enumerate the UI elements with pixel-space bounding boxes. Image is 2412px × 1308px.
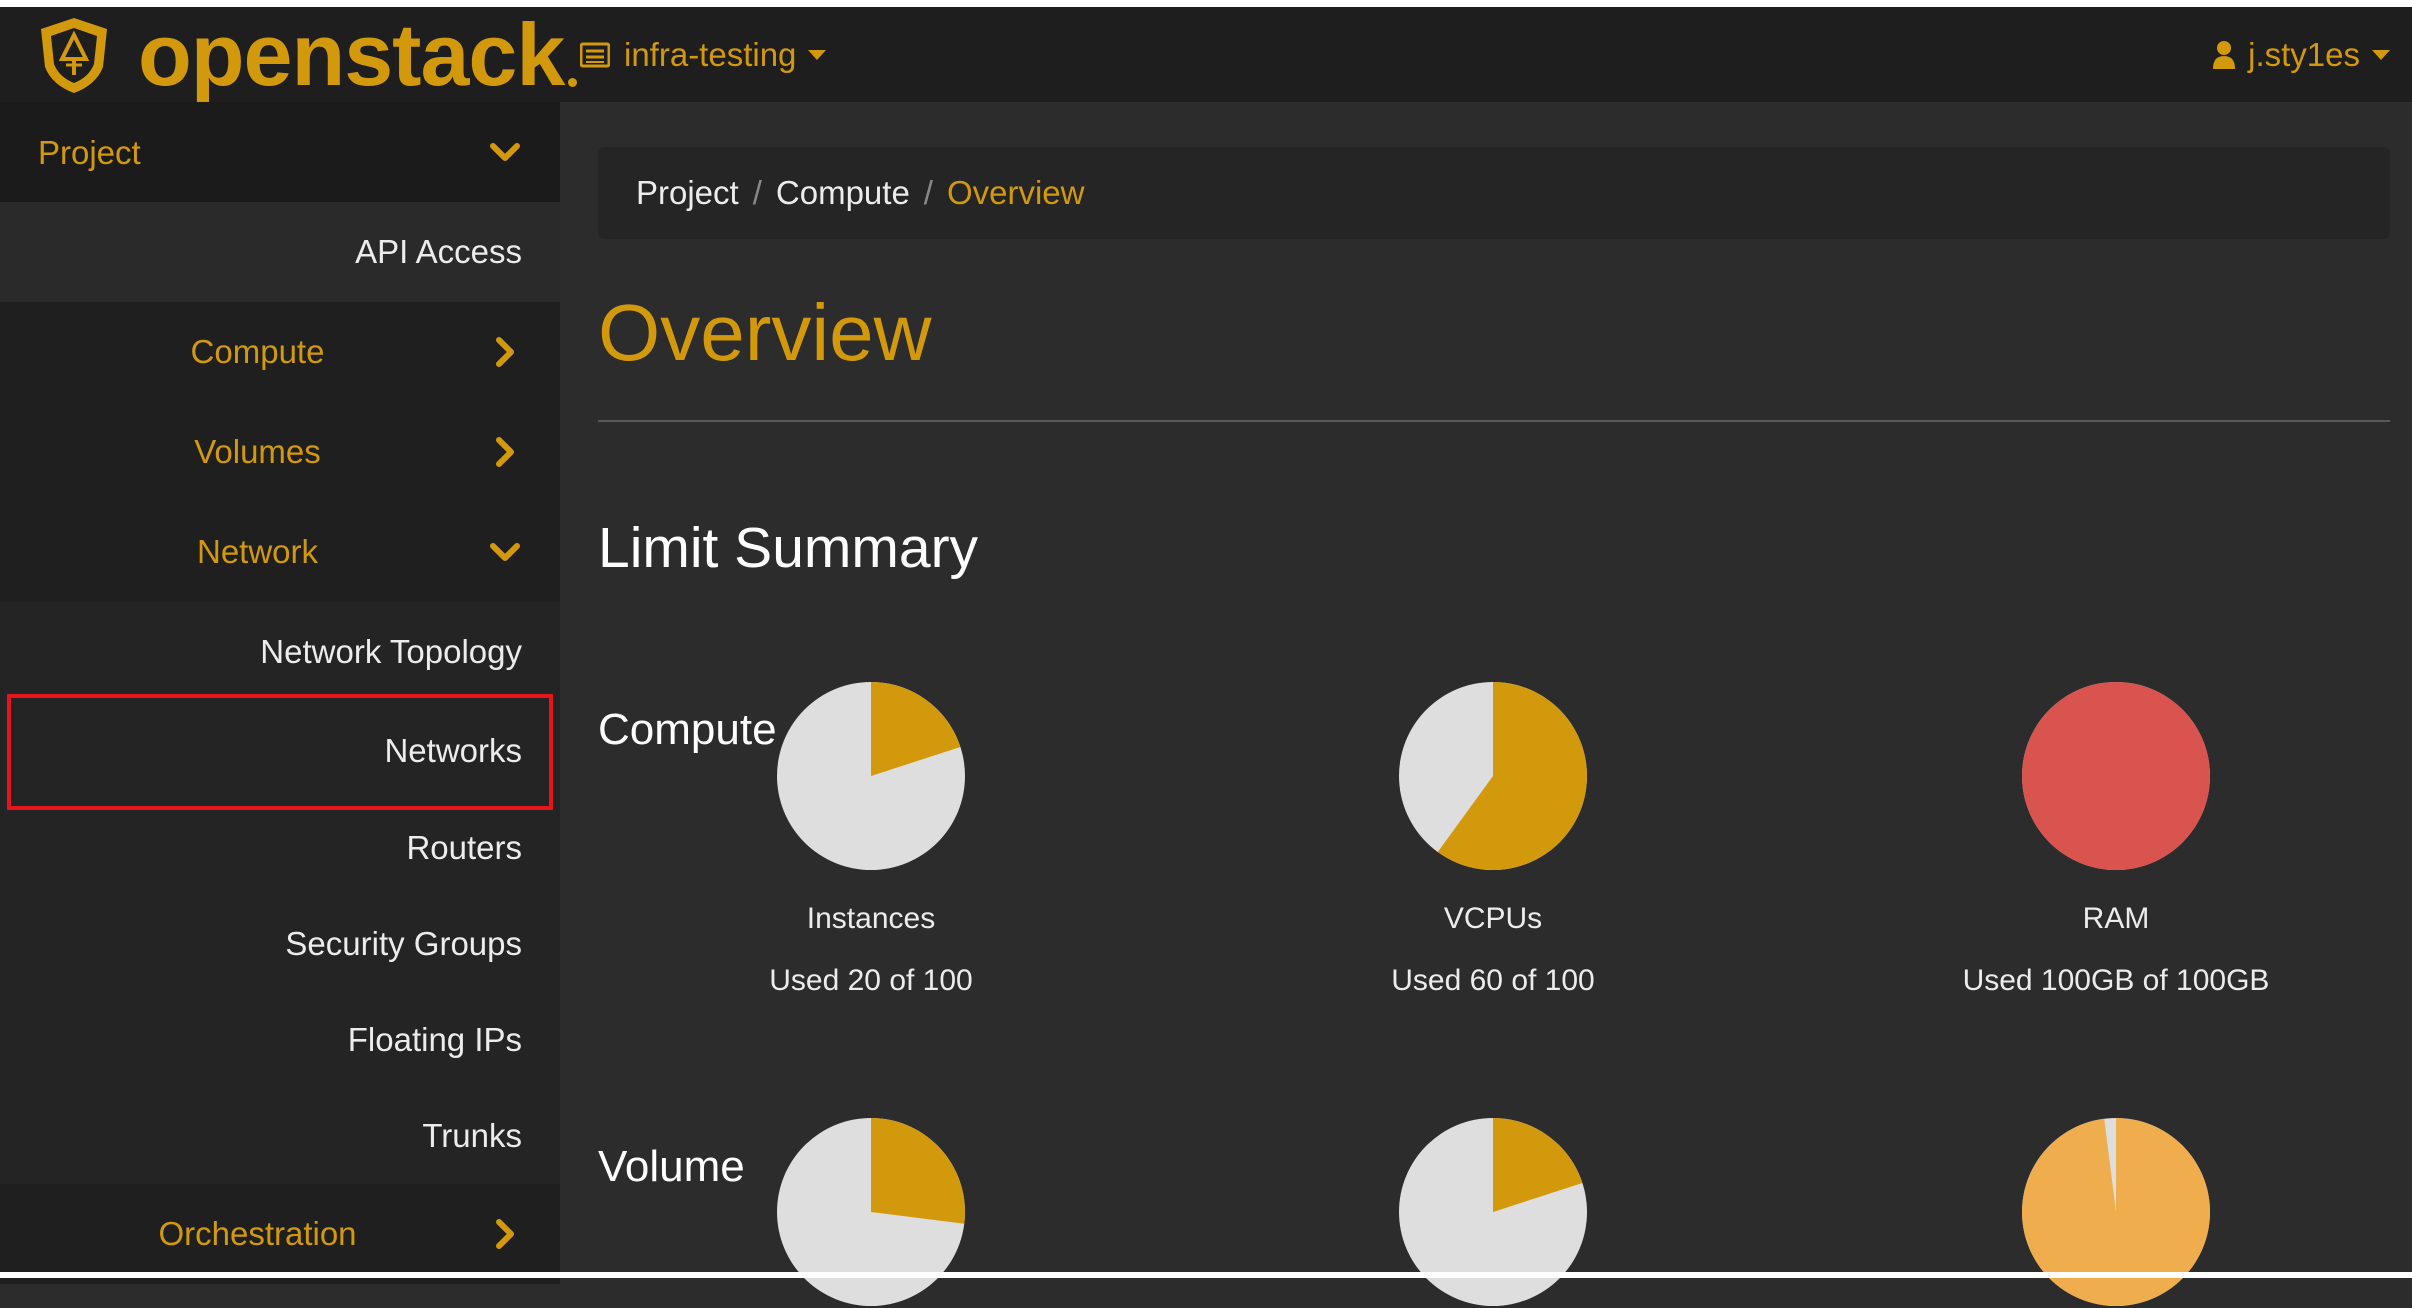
chart-label: VCPUs xyxy=(1443,902,1543,935)
top-navbar: openstack infra-testing j.sty1es xyxy=(0,7,2412,102)
sidebar-item-label: Floating IPs xyxy=(347,1021,522,1058)
chevron-right-icon xyxy=(496,337,514,367)
sidebar-item-api-access[interactable]: API Access xyxy=(0,202,560,302)
sidebar: Project API Access Compute Volumes Netwo… xyxy=(0,102,560,1284)
chart-volume-3 xyxy=(1916,1116,2316,1306)
sidebar-item-trunks[interactable]: Trunks xyxy=(0,1088,560,1184)
sidebar-item-label: Trunks xyxy=(422,1117,522,1154)
sidebar-item-routers[interactable]: Routers xyxy=(0,800,560,896)
sidebar-item-label: Network xyxy=(196,533,319,570)
breadcrumb-project[interactable]: Project xyxy=(636,174,739,212)
logo-text: openstack xyxy=(138,5,565,104)
breadcrumb-separator: / xyxy=(752,174,762,211)
chart-usage-text: Used 60 of 100 xyxy=(1391,964,1595,997)
chart-vcpus: VCPUs Used 60 of 100 xyxy=(1293,680,1693,1110)
chart-label: RAM xyxy=(2082,902,2150,935)
sidebar-item-network[interactable]: Network xyxy=(0,502,560,602)
breadcrumb-overview: Overview xyxy=(946,174,1085,211)
chevron-down-icon xyxy=(490,543,520,561)
pie-used-slice xyxy=(2022,682,2210,870)
page-title: Overview xyxy=(598,288,932,377)
chart-volume-2 xyxy=(1293,1116,1693,1306)
bottom-edge xyxy=(0,1272,2412,1278)
sidebar-item-label: Volumes xyxy=(194,433,321,470)
user-menu[interactable]: j.sty1es xyxy=(2212,33,2390,77)
highlight-box xyxy=(7,694,553,810)
sidebar-item-label: Routers xyxy=(406,829,522,866)
chart-volume-1 xyxy=(671,1116,1071,1306)
chevron-right-icon xyxy=(496,437,514,467)
sidebar-item-volumes[interactable]: Volumes xyxy=(0,402,560,502)
chart-usage-text: Used 100GB of 100GB xyxy=(1962,964,2270,997)
openstack-shield-icon xyxy=(41,18,107,93)
sidebar-item-label: API Access xyxy=(355,233,522,270)
ram-pie-chart xyxy=(2022,682,2210,870)
chart-usage-text: Used 20 of 100 xyxy=(769,964,973,997)
main-content: Project / Compute / Overview Overview Li… xyxy=(560,102,2412,1306)
project-list-icon xyxy=(580,42,610,68)
user-icon xyxy=(2213,41,2236,69)
instances-pie-chart xyxy=(777,682,965,870)
sidebar-item-label: Network Topology xyxy=(260,633,522,670)
sidebar-item-compute[interactable]: Compute xyxy=(0,302,560,402)
chevron-down-icon xyxy=(490,143,520,161)
chart-label: Instances xyxy=(806,902,936,935)
project-switcher[interactable]: infra-testing xyxy=(580,33,827,77)
vcpus-pie-chart xyxy=(1399,682,1587,870)
volume-pie-chart xyxy=(777,1118,966,1306)
sidebar-header-label: Project xyxy=(38,134,141,171)
sidebar-item-label: Compute xyxy=(190,333,325,370)
chart-ram: RAM Used 100GB of 100GB xyxy=(1916,680,2316,1110)
breadcrumb-compute[interactable]: Compute xyxy=(776,174,910,212)
sidebar-item-label: Orchestration xyxy=(158,1215,357,1252)
project-name: infra-testing xyxy=(624,36,797,73)
chevron-down-icon xyxy=(2372,50,2390,60)
limit-summary-heading: Limit Summary xyxy=(598,516,979,580)
breadcrumb-separator: / xyxy=(923,174,933,211)
sidebar-header-project[interactable]: Project xyxy=(0,102,560,202)
chevron-down-icon xyxy=(808,50,827,60)
sidebar-item-security-groups[interactable]: Security Groups xyxy=(0,896,560,992)
volume-pie-chart xyxy=(2021,1118,2210,1306)
sidebar-item-label: Security Groups xyxy=(285,925,522,962)
breadcrumb: Project / Compute / Overview xyxy=(598,147,2390,239)
title-divider xyxy=(598,420,2390,422)
chart-instances: Instances Used 20 of 100 xyxy=(671,680,1071,1110)
chevron-right-icon xyxy=(496,1219,514,1249)
openstack-logo[interactable]: openstack xyxy=(36,5,578,104)
sidebar-item-orchestration[interactable]: Orchestration xyxy=(0,1184,560,1284)
sidebar-item-floating-ips[interactable]: Floating IPs xyxy=(0,992,560,1088)
pie-used-slice xyxy=(871,1118,966,1224)
user-name: j.sty1es xyxy=(2248,36,2360,73)
volume-pie-chart xyxy=(1399,1118,1587,1306)
logo-dot xyxy=(568,78,578,87)
sidebar-item-network-topology[interactable]: Network Topology xyxy=(0,602,560,702)
